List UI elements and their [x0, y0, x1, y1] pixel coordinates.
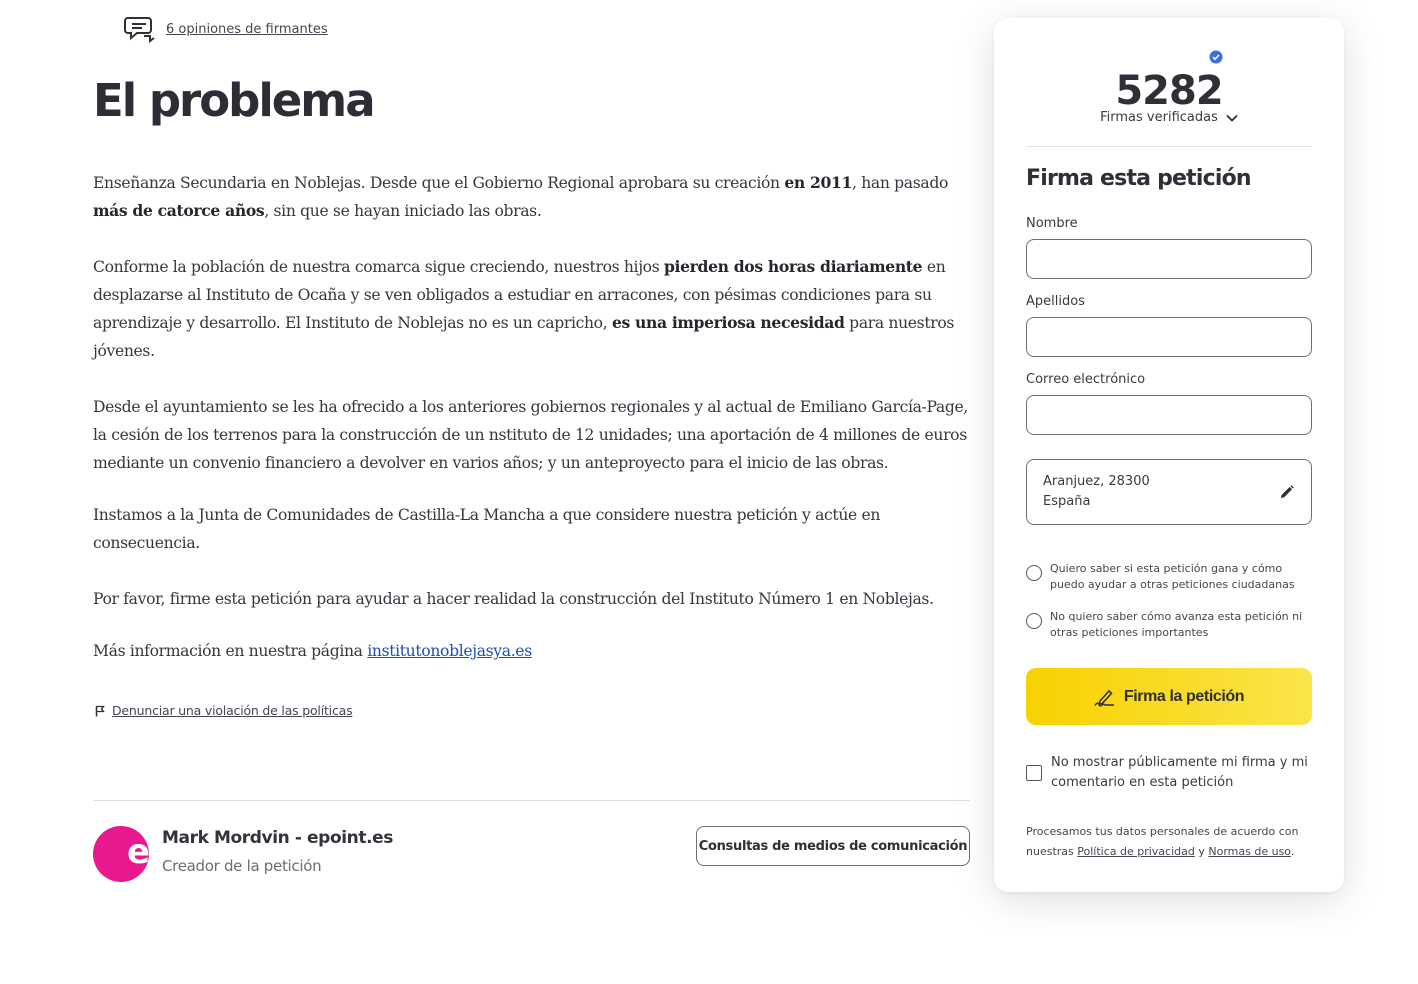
correo-label: Correo electrónico	[1026, 372, 1146, 387]
verified-signatures-toggle[interactable]: Firmas verificadas	[994, 110, 1344, 125]
chat-bubbles-icon	[124, 17, 155, 43]
avatar-letter: e	[126, 832, 149, 872]
nombre-input[interactable]	[1026, 239, 1312, 279]
location-city: Aranjuez, 28300	[1043, 474, 1150, 489]
card-divider	[1026, 146, 1312, 147]
privacy-notice: Procesamos tus datos personales de acuer…	[1026, 825, 1299, 858]
creator-role: Creador de la petición	[162, 857, 322, 875]
hide-signature-checkbox[interactable]	[1026, 765, 1042, 781]
report-policy-link[interactable]: Denunciar una violación de las políticas	[112, 703, 353, 718]
notify-yes-label: Quiero saber si esta petición gana y cóm…	[1050, 562, 1295, 591]
pencil-edit-icon[interactable]	[1279, 484, 1295, 500]
verified-signatures-label: Firmas verificadas	[1100, 110, 1218, 125]
notify-no-label: No quiero saber cómo avanza esta petició…	[1050, 610, 1303, 639]
problem-paragraph-5: Por favor, firme esta petición para ayud…	[93, 590, 934, 608]
notify-yes-option[interactable]: Quiero saber si esta petición gana y cóm…	[1026, 561, 1316, 593]
problem-paragraph-1: Enseñanza Secundaria en Noblejas. Desde …	[93, 173, 948, 220]
apellidos-input[interactable]	[1026, 317, 1312, 357]
verified-badge-icon	[1209, 50, 1223, 64]
problem-paragraph-3: Desde el ayuntamiento se les ha ofrecido…	[93, 398, 968, 472]
notify-no-option[interactable]: No quiero saber cómo avanza esta petició…	[1026, 609, 1316, 641]
page-title: El problema	[93, 74, 376, 127]
problem-paragraph-2: Conforme la población de nuestra comarca…	[93, 257, 955, 360]
email-input[interactable]	[1026, 395, 1312, 435]
hide-signature-label: No mostrar públicamente mi firma y mi co…	[1051, 755, 1308, 790]
apellidos-label: Apellidos	[1026, 294, 1085, 309]
location-country: España	[1043, 494, 1091, 509]
signature-count: 5282	[1115, 68, 1223, 114]
flag-icon	[95, 705, 105, 716]
sign-petition-label: Firma la petición	[1123, 687, 1245, 705]
nombre-label: Nombre	[1026, 216, 1078, 231]
terms-of-use-link[interactable]: Normas de uso	[1208, 845, 1290, 858]
sign-petition-button[interactable]: Firma la petición	[1026, 668, 1312, 725]
problem-paragraph-4: Instamos a la Junta de Comunidades de Ca…	[93, 506, 881, 552]
privacy-policy-link[interactable]: Política de privacidad	[1077, 845, 1195, 858]
location-field[interactable]: Aranjuez, 28300 España	[1026, 459, 1312, 525]
creator-avatar: e	[93, 826, 149, 882]
signer-opinions-link[interactable]: 6 opiniones de firmantes	[166, 22, 328, 37]
section-divider	[93, 800, 970, 801]
creator-name: Mark Mordvin - epoint.es	[162, 828, 393, 848]
form-title: Firma esta petición	[1026, 166, 1252, 191]
signer-opinions: 6 opiniones de firmantes	[124, 14, 328, 44]
report-policy-violation: Denunciar una violación de las políticas	[95, 703, 353, 718]
chevron-down-icon	[1226, 114, 1238, 122]
sign-petition-card: 5282 Firmas verificadas Firma esta petic…	[994, 18, 1344, 892]
signature-pen-icon	[1094, 689, 1114, 707]
website-link[interactable]: institutonoblejasya.es	[367, 642, 532, 660]
hide-signature-option[interactable]: No mostrar públicamente mi firma y mi co…	[1026, 753, 1316, 793]
media-inquiries-button[interactable]: Consultas de medios de comunicación	[696, 826, 970, 866]
notify-yes-radio[interactable]	[1026, 565, 1042, 581]
notify-no-radio[interactable]	[1026, 613, 1042, 629]
problem-paragraph-6: Más información en nuestra página instit…	[93, 642, 532, 660]
